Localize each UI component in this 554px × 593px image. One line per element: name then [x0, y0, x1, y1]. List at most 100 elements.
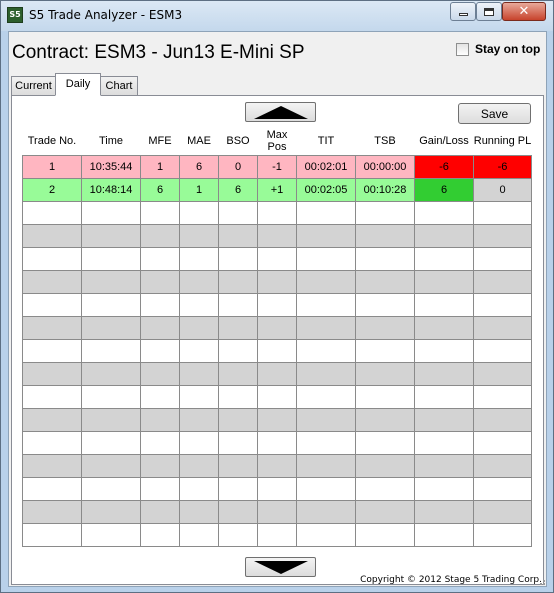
- table-cell[interactable]: [355, 269, 415, 294]
- table-cell[interactable]: 6: [140, 177, 180, 202]
- table-cell[interactable]: [257, 499, 297, 524]
- column-header[interactable]: TIT: [296, 128, 356, 155]
- table-cell[interactable]: [355, 292, 415, 317]
- table-cell[interactable]: [22, 246, 82, 271]
- table-cell[interactable]: [296, 292, 356, 317]
- table-cell[interactable]: [218, 246, 258, 271]
- table-cell[interactable]: [22, 384, 82, 409]
- table-cell[interactable]: [179, 246, 219, 271]
- table-cell[interactable]: [296, 246, 356, 271]
- table-cell[interactable]: [414, 453, 474, 478]
- table-cell[interactable]: [81, 223, 141, 248]
- table-cell[interactable]: 0: [473, 177, 532, 202]
- table-row[interactable]: 1 10:35:44 1 6 0 -1 00:02:01 00:00:00 -6 -6: [22, 154, 532, 179]
- column-header[interactable]: Max Pos: [257, 128, 297, 155]
- tab-current[interactable]: Current: [11, 76, 56, 95]
- table-cell[interactable]: -6: [473, 154, 532, 179]
- table-cell[interactable]: [22, 430, 82, 455]
- resize-grip-icon[interactable]: [536, 576, 546, 586]
- table-cell[interactable]: [355, 430, 415, 455]
- stay-on-top-label[interactable]: Stay on top: [475, 42, 540, 56]
- table-cell[interactable]: [22, 476, 82, 501]
- table-cell[interactable]: [22, 200, 82, 225]
- table-cell[interactable]: [179, 269, 219, 294]
- table-cell[interactable]: [140, 246, 180, 271]
- table-cell[interactable]: [81, 499, 141, 524]
- table-cell[interactable]: [355, 338, 415, 363]
- table-cell[interactable]: [355, 407, 415, 432]
- table-cell[interactable]: [296, 453, 356, 478]
- table-cell[interactable]: [140, 499, 180, 524]
- table-cell[interactable]: [140, 407, 180, 432]
- table-cell[interactable]: [257, 269, 297, 294]
- table-cell[interactable]: 6: [218, 177, 258, 202]
- table-cell[interactable]: 1: [179, 177, 219, 202]
- table-row[interactable]: [22, 499, 532, 524]
- table-cell[interactable]: [473, 476, 532, 501]
- table-cell[interactable]: [179, 315, 219, 340]
- table-cell[interactable]: [81, 269, 141, 294]
- table-cell[interactable]: +1: [257, 177, 297, 202]
- table-cell[interactable]: [22, 223, 82, 248]
- table-cell[interactable]: [179, 499, 219, 524]
- column-header[interactable]: Gain/Loss: [414, 128, 474, 155]
- table-cell[interactable]: [81, 407, 141, 432]
- table-cell[interactable]: [355, 246, 415, 271]
- table-cell[interactable]: [473, 453, 532, 478]
- table-cell[interactable]: -6: [414, 154, 474, 179]
- table-cell[interactable]: [414, 499, 474, 524]
- table-cell[interactable]: [218, 476, 258, 501]
- table-cell[interactable]: [140, 476, 180, 501]
- table-row[interactable]: [22, 223, 532, 248]
- table-cell[interactable]: [179, 476, 219, 501]
- table-cell[interactable]: [140, 223, 180, 248]
- table-cell[interactable]: [140, 269, 180, 294]
- table-cell[interactable]: -1: [257, 154, 297, 179]
- table-cell[interactable]: [257, 453, 297, 478]
- table-cell[interactable]: [257, 223, 297, 248]
- table-cell[interactable]: 00:02:01: [296, 154, 356, 179]
- table-cell[interactable]: [179, 407, 219, 432]
- table-cell[interactable]: [473, 292, 532, 317]
- table-cell[interactable]: [355, 361, 415, 386]
- table-cell[interactable]: [355, 453, 415, 478]
- table-cell[interactable]: [22, 453, 82, 478]
- table-cell[interactable]: 6: [414, 177, 474, 202]
- table-cell[interactable]: 00:00:00: [355, 154, 415, 179]
- table-cell[interactable]: [218, 384, 258, 409]
- table-cell[interactable]: [473, 246, 532, 271]
- table-cell[interactable]: [81, 246, 141, 271]
- table-row[interactable]: [22, 315, 532, 340]
- table-cell[interactable]: [355, 223, 415, 248]
- table-cell[interactable]: [81, 384, 141, 409]
- table-cell[interactable]: [218, 315, 258, 340]
- table-row[interactable]: [22, 476, 532, 501]
- table-cell[interactable]: [22, 361, 82, 386]
- table-cell[interactable]: [414, 292, 474, 317]
- table-cell[interactable]: [257, 522, 297, 547]
- table-cell[interactable]: [355, 200, 415, 225]
- table-cell[interactable]: 1: [22, 154, 82, 179]
- column-header[interactable]: MFE: [140, 128, 180, 155]
- table-cell[interactable]: [179, 384, 219, 409]
- table-cell[interactable]: [218, 292, 258, 317]
- table-cell[interactable]: 1: [140, 154, 180, 179]
- scroll-down-button[interactable]: [245, 557, 316, 577]
- table-cell[interactable]: [473, 499, 532, 524]
- table-cell[interactable]: [179, 200, 219, 225]
- table-cell[interactable]: [257, 246, 297, 271]
- table-cell[interactable]: [218, 200, 258, 225]
- table-cell[interactable]: [296, 430, 356, 455]
- tab-daily[interactable]: Daily: [55, 73, 101, 96]
- tab-chart[interactable]: Chart: [100, 76, 138, 95]
- table-row[interactable]: [22, 246, 532, 271]
- table-cell[interactable]: [140, 384, 180, 409]
- minimize-button[interactable]: [450, 2, 476, 21]
- table-cell[interactable]: [179, 361, 219, 386]
- table-cell[interactable]: 10:35:44: [81, 154, 141, 179]
- table-cell[interactable]: [22, 315, 82, 340]
- column-header[interactable]: BSO: [218, 128, 258, 155]
- table-cell[interactable]: [257, 430, 297, 455]
- table-cell[interactable]: [414, 430, 474, 455]
- table-cell[interactable]: [81, 292, 141, 317]
